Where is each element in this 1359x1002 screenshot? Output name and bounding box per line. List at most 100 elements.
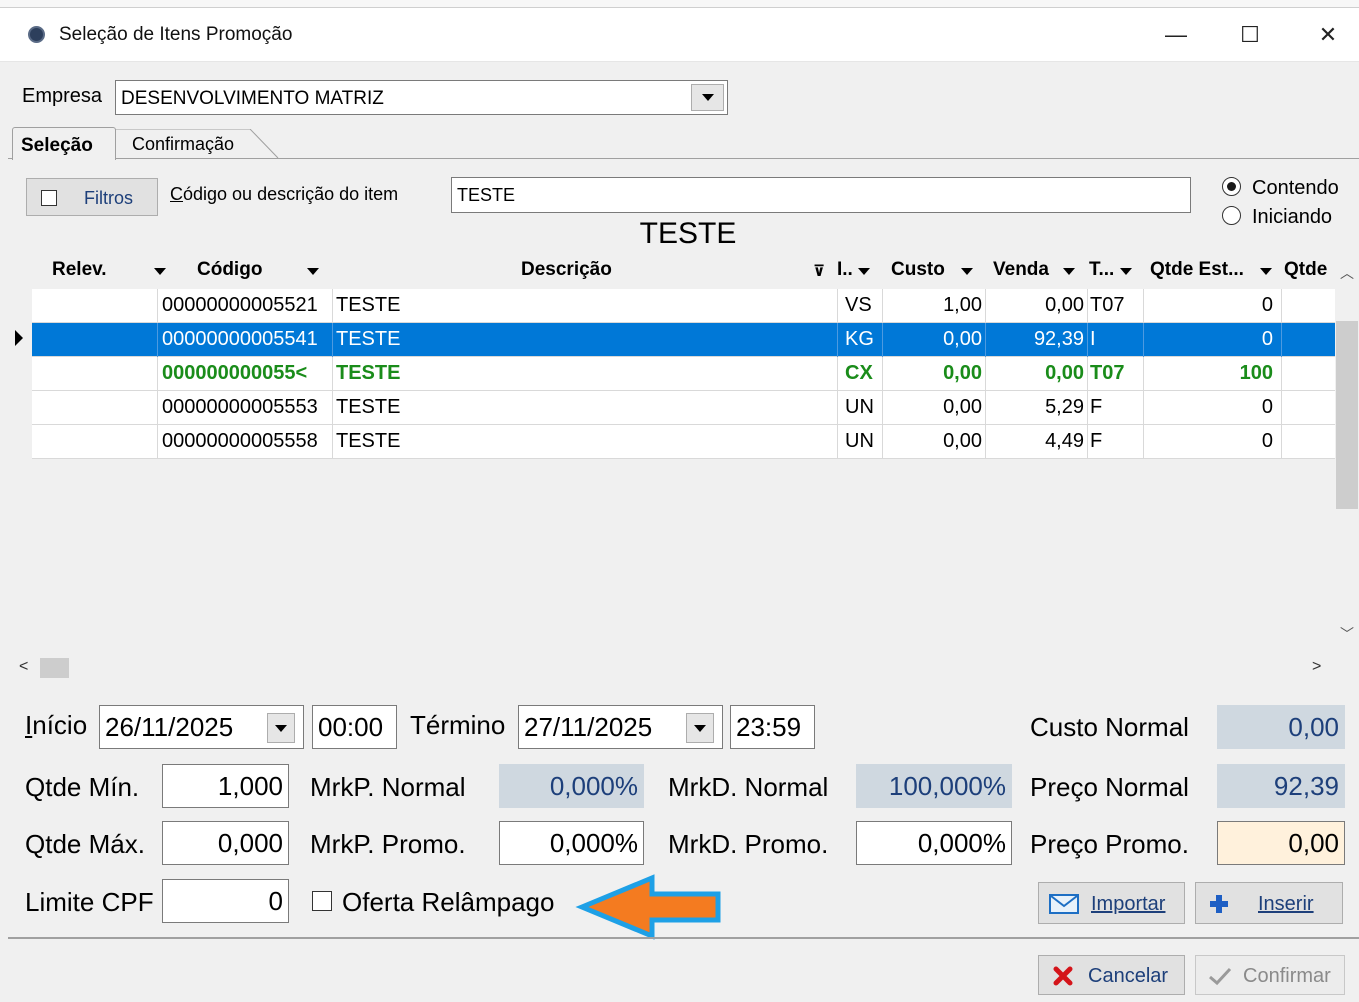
tab-selecao[interactable]: Seleção: [12, 127, 116, 160]
preco-promo-input[interactable]: 0,00: [1217, 821, 1345, 865]
table-row[interactable]: 00000000005521 TESTE VS 1,00 0,00 T07 0: [32, 289, 1348, 323]
inserir-plus-icon: [1210, 895, 1228, 913]
col-qtde-est[interactable]: Qtde Est...: [1150, 254, 1288, 289]
cell-descricao: TESTE: [333, 323, 838, 357]
cell-qtde-est: 0: [1144, 425, 1282, 459]
maximize-button[interactable]: ☐: [1230, 18, 1270, 52]
chevron-down-icon: [307, 268, 319, 275]
minimize-button[interactable]: —: [1156, 18, 1196, 52]
cancelar-button[interactable]: Cancelar: [1038, 955, 1185, 995]
cell-t: F: [1088, 425, 1144, 459]
custo-normal-value: 0,00: [1217, 705, 1345, 749]
preco-normal-label: Preço Normal: [1030, 772, 1189, 802]
table-row[interactable]: 00000000005558 TESTE UN 0,00 4,49 F 0: [32, 425, 1348, 459]
empresa-dropdown-button[interactable]: [691, 84, 724, 111]
oferta-relampago-checkbox[interactable]: [312, 891, 332, 911]
termino-date-input[interactable]: 27/11/2025: [518, 705, 723, 749]
qtde-max-label: Qtde Máx.: [25, 829, 145, 859]
chevron-down-icon: [275, 724, 287, 732]
horizontal-scrollbar[interactable]: < >: [12, 656, 1335, 680]
mrkp-promo-label: MrkP. Promo.: [310, 829, 466, 859]
mrkd-promo-input[interactable]: 0,000%: [856, 821, 1012, 865]
termino-date-dropdown[interactable]: [686, 713, 714, 743]
filtros-checkbox[interactable]: [41, 190, 57, 206]
inicio-date-dropdown[interactable]: [267, 713, 295, 743]
col-relev[interactable]: Relev.: [52, 254, 166, 289]
table-row[interactable]: 00000000005541 TESTE KG 0,00 92,39 I 0: [32, 323, 1348, 357]
cell-relev: [32, 425, 158, 459]
filter-icon[interactable]: ⊽: [813, 254, 837, 289]
confirmar-button[interactable]: Confirmar: [1195, 955, 1345, 995]
scroll-thumb[interactable]: [40, 658, 69, 678]
vertical-scrollbar[interactable]: ︿ ﹀: [1335, 254, 1359, 656]
cell-t: T07: [1088, 289, 1144, 323]
tab-confirmacao[interactable]: Confirmação: [112, 129, 282, 159]
col-descricao-label: Descrição: [521, 259, 612, 280]
items-grid[interactable]: Relev. Código Descrição ⊽ I.. Custo Vend…: [12, 254, 1359, 680]
preco-normal-value: 92,39: [1217, 764, 1345, 808]
cell-t: I: [1088, 323, 1144, 357]
cell-descricao: TESTE: [333, 357, 838, 391]
col-venda[interactable]: Venda: [993, 254, 1093, 289]
radio-contendo[interactable]: [1222, 177, 1241, 196]
qtde-min-input[interactable]: 1,000: [162, 764, 289, 808]
chevron-down-icon: [701, 94, 714, 101]
chevron-down-icon: [154, 268, 166, 275]
mrkd-normal-label: MrkD. Normal: [668, 772, 829, 802]
cell-qtde-est: 0: [1144, 289, 1282, 323]
col-custo[interactable]: Custo: [891, 254, 989, 289]
col-un[interactable]: I..: [837, 254, 877, 289]
inicio-date-input[interactable]: 26/11/2025: [99, 705, 304, 749]
col-descricao[interactable]: Descrição: [521, 254, 631, 289]
cell-t: F: [1088, 391, 1144, 425]
limite-cpf-input[interactable]: 0: [162, 879, 289, 923]
termino-date-value: 27/11/2025: [524, 712, 653, 742]
termino-time-input[interactable]: 23:59: [730, 705, 815, 749]
search-label-rest: ódigo ou descrição do item: [183, 184, 399, 204]
col-venda-label: Venda: [993, 259, 1049, 280]
search-label: Código ou descrição do item: [170, 184, 399, 204]
cell-custo: 0,00: [883, 425, 986, 459]
col-un-label: I..: [837, 259, 853, 280]
qtde-max-input[interactable]: 0,000: [162, 821, 289, 865]
empresa-combo[interactable]: DESENVOLVIMENTO MATRIZ: [115, 80, 728, 115]
scroll-down-icon[interactable]: ﹀: [1340, 624, 1354, 644]
cell-t: T07: [1088, 357, 1144, 391]
radio-iniciando-label[interactable]: Iniciando: [1252, 206, 1332, 229]
arrow-annotation: [575, 874, 721, 940]
limite-cpf-label: Limite CPF: [25, 887, 154, 917]
cell-qtde-est: 0: [1144, 391, 1282, 425]
scroll-up-icon[interactable]: ︿: [1340, 263, 1354, 283]
scroll-thumb[interactable]: [1336, 321, 1358, 509]
background-strip: [0, 0, 1359, 8]
scroll-left-icon[interactable]: <: [19, 658, 28, 676]
col-t[interactable]: T...: [1089, 254, 1137, 289]
cell-un: UN: [838, 425, 883, 459]
cell-custo: 0,00: [883, 323, 986, 357]
cell-un: KG: [838, 323, 883, 357]
oferta-relampago-label[interactable]: Oferta Relâmpago: [342, 887, 554, 918]
inicio-label: Início: [25, 710, 88, 740]
cell-codigo: 000000000055<: [158, 357, 333, 391]
radio-contendo-label[interactable]: Contendo: [1252, 177, 1339, 200]
close-button[interactable]: ✕: [1308, 18, 1348, 52]
chevron-down-icon: [694, 724, 706, 732]
table-row[interactable]: 000000000055< TESTE CX 0,00 0,00 T07 100: [32, 357, 1348, 391]
col-qtde[interactable]: Qtde: [1284, 254, 1340, 289]
radio-iniciando[interactable]: [1222, 206, 1241, 225]
search-input[interactable]: [451, 177, 1191, 213]
mrkp-promo-input[interactable]: 0,000%: [499, 821, 644, 865]
table-row[interactable]: 00000000005553 TESTE UN 0,00 5,29 F 0: [32, 391, 1348, 425]
filtros-button[interactable]: Filtros: [26, 178, 158, 216]
col-codigo[interactable]: Código: [197, 254, 327, 289]
custo-normal-label: Custo Normal: [1030, 712, 1189, 742]
inserir-button[interactable]: Inserir: [1195, 882, 1343, 924]
importar-button[interactable]: Importar: [1038, 882, 1185, 924]
confirmar-check-icon: [1209, 967, 1232, 986]
scroll-right-icon[interactable]: >: [1312, 658, 1321, 676]
cell-relev: [32, 323, 158, 357]
app-icon: [28, 26, 45, 43]
cell-un: VS: [838, 289, 883, 323]
inicio-time-input[interactable]: 00:00: [312, 705, 397, 749]
col-t-label: T...: [1089, 259, 1115, 280]
